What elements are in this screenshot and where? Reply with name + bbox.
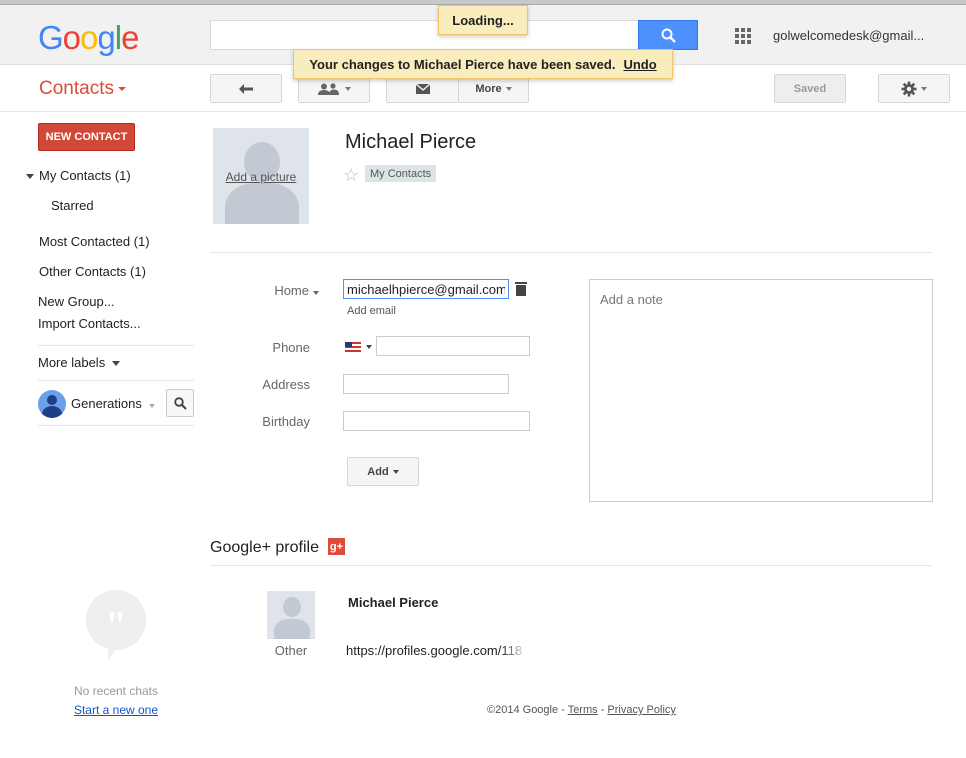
expand-triangle-icon	[26, 174, 34, 180]
add-field-button[interactable]: Add	[347, 457, 419, 486]
chevron-down-icon	[149, 404, 156, 408]
chevron-down-icon	[921, 86, 927, 91]
start-new-chat-link[interactable]: Start a new one	[38, 703, 194, 717]
add-field-label: Add	[367, 465, 389, 478]
chevron-down-icon	[313, 291, 319, 295]
contacts-app-menu[interactable]: Contacts	[39, 78, 126, 100]
profile-type-label: Other	[274, 643, 308, 658]
people-icon	[318, 82, 339, 95]
back-button[interactable]	[210, 74, 282, 103]
phone-field[interactable]	[376, 336, 530, 356]
sidebar-item-my-contacts[interactable]: My Contacts (1)	[26, 168, 131, 183]
hangouts-user-menu[interactable]: Generations	[71, 396, 156, 411]
sidebar-item-starred[interactable]: Starred	[51, 198, 94, 213]
sidebar-item-label: My Contacts (1)	[39, 168, 131, 183]
terms-link[interactable]: Terms	[568, 704, 598, 716]
add-email-link[interactable]: Add email	[347, 305, 396, 317]
apps-grid-icon[interactable]	[735, 28, 751, 44]
us-flag-icon[interactable]	[345, 342, 361, 352]
contact-photo[interactable]: Add a picture	[213, 128, 309, 224]
copyright-text: ©2014 Google -	[487, 704, 568, 716]
google-plus-icon[interactable]: g+	[328, 538, 345, 555]
avatar[interactable]	[38, 390, 66, 418]
sidebar: NEW CONTACT My Contacts (1) Starred Most…	[0, 113, 200, 758]
undo-link[interactable]: Undo	[623, 57, 656, 72]
new-contact-button[interactable]: NEW CONTACT	[38, 123, 135, 151]
profile-url-link[interactable]: https://profiles.google.com/118	[346, 643, 528, 658]
account-email[interactable]: golwelcomedesk@gmail...	[773, 28, 924, 43]
contacts-app-title: Contacts	[39, 78, 114, 99]
sidebar-item-other-contacts[interactable]: Other Contacts (1)	[39, 264, 146, 279]
chevron-down-icon[interactable]	[366, 345, 372, 349]
contact-name[interactable]: Michael Pierce	[345, 131, 476, 154]
envelope-icon	[415, 83, 430, 94]
search-button[interactable]	[638, 20, 698, 50]
divider	[38, 345, 194, 346]
hangouts-quote-icon: "	[86, 590, 146, 660]
back-arrow-icon	[239, 83, 253, 94]
more-labels-label: More labels	[38, 355, 106, 370]
profile-name[interactable]: Michael Pierce	[348, 595, 438, 610]
no-recent-chats-text: No recent chats	[73, 684, 159, 698]
more-labels-toggle[interactable]: More labels	[38, 355, 125, 370]
gear-icon	[901, 81, 917, 96]
saved-notification-text: Your changes to Michael Pierce have been…	[309, 56, 616, 72]
privacy-policy-link[interactable]: Privacy Policy	[607, 704, 675, 716]
star-icon[interactable]: ☆	[343, 165, 359, 186]
chevron-down-icon	[505, 86, 512, 91]
birthday-field[interactable]	[343, 411, 530, 431]
chevron-down-icon	[392, 469, 399, 474]
phone-label: Phone	[272, 340, 310, 355]
birthday-label: Birthday	[262, 414, 310, 429]
profile-photo[interactable]	[267, 591, 315, 639]
note-field[interactable]: Add a note	[589, 279, 933, 502]
group-chip[interactable]: My Contacts	[365, 165, 437, 182]
saved-notification: Your changes to Michael Pierce have been…	[293, 49, 673, 79]
contact-detail: Add a picture Michael Pierce ☆ My Contac…	[210, 113, 966, 758]
search-icon	[173, 396, 187, 410]
google-logo[interactable]: Google	[38, 19, 139, 57]
more-label: More	[475, 82, 502, 95]
divider	[210, 565, 932, 566]
add-picture-link[interactable]: Add a picture	[213, 170, 309, 184]
email-type-dropdown[interactable]: Home	[210, 283, 319, 298]
search-input[interactable]	[210, 20, 640, 50]
saved-button[interactable]: Saved	[774, 74, 846, 103]
chevron-down-icon	[111, 361, 120, 367]
divider	[38, 425, 194, 426]
email-field[interactable]	[343, 279, 509, 299]
settings-button[interactable]	[878, 74, 950, 103]
divider	[210, 252, 932, 253]
loading-indicator: Loading...	[438, 5, 528, 35]
trash-icon[interactable]	[515, 282, 527, 296]
new-group-link[interactable]: New Group...	[38, 294, 115, 309]
chevron-down-icon	[345, 86, 351, 91]
search-icon	[661, 28, 676, 43]
address-field[interactable]	[343, 374, 509, 394]
email-type-label: Home	[274, 283, 309, 298]
divider	[38, 380, 194, 381]
chevron-down-icon	[117, 86, 126, 91]
sidebar-item-most-contacted[interactable]: Most Contacted (1)	[39, 234, 150, 249]
hangouts-search-button[interactable]	[166, 389, 194, 417]
address-label: Address	[262, 377, 310, 392]
footer-separator: -	[597, 704, 608, 716]
footer: ©2014 Google - Terms - Privacy Policy	[487, 704, 676, 716]
hangouts-user-name: Generations	[71, 396, 142, 411]
google-plus-profile-heading: Google+ profile	[210, 539, 319, 556]
import-contacts-link[interactable]: Import Contacts...	[38, 316, 141, 331]
